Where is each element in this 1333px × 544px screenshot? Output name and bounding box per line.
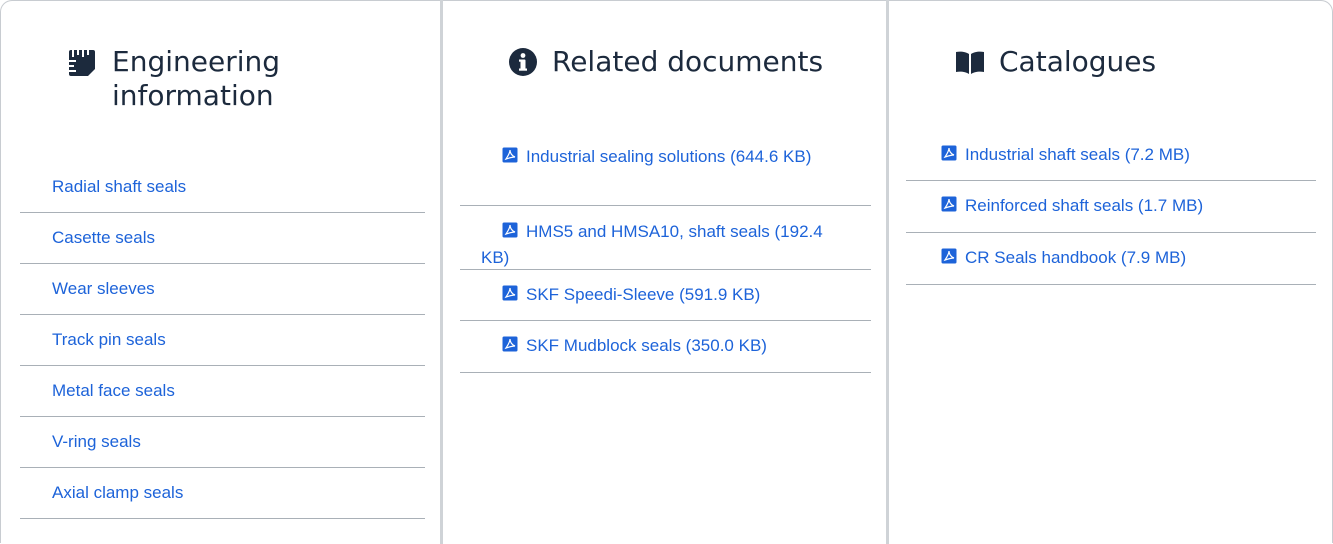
catalogues-list: Industrial shaft seals (7.2 MB) Reinforc… bbox=[906, 130, 1316, 285]
open-book-icon bbox=[955, 47, 985, 77]
pdf-file-icon bbox=[502, 336, 518, 352]
list-item[interactable]: Wear sleeves bbox=[20, 264, 425, 315]
list-item[interactable]: Radial shaft seals bbox=[20, 162, 425, 213]
pdf-file-icon bbox=[502, 222, 518, 238]
list-item[interactable]: Casette seals bbox=[20, 213, 425, 264]
list-item[interactable]: Axial clamp seals bbox=[20, 468, 425, 519]
related-documents-list: Industrial sealing solutions (644.6 KB) … bbox=[460, 143, 871, 373]
list-item[interactable]: Metal face seals bbox=[20, 366, 425, 417]
engineering-heading: Engineering information bbox=[68, 45, 280, 113]
info-circle-icon bbox=[508, 47, 538, 77]
catalogues-column: Catalogues Industrial shaft seals (7.2 M… bbox=[889, 0, 1333, 544]
ruler-book-icon bbox=[68, 47, 98, 77]
list-item[interactable]: Reinforced shaft seals (1.7 MB) bbox=[906, 181, 1316, 233]
list-item[interactable]: Industrial sealing solutions (644.6 KB) bbox=[460, 143, 871, 206]
list-item[interactable]: SKF Mudblock seals (350.0 KB) bbox=[460, 321, 871, 373]
engineering-link-list: Radial shaft seals Casette seals Wear sl… bbox=[20, 162, 425, 519]
catalogues-heading: Catalogues bbox=[955, 45, 1156, 79]
pdf-file-icon bbox=[941, 196, 957, 212]
pdf-file-icon bbox=[502, 147, 518, 163]
engineering-title: Engineering information bbox=[112, 45, 280, 112]
related-documents-title: Related documents bbox=[552, 45, 824, 78]
list-item[interactable]: Track pin seals bbox=[20, 315, 425, 366]
list-item[interactable]: SKF Speedi-Sleeve (591.9 KB) bbox=[460, 270, 871, 321]
related-documents-column: Related documents Industrial sealing sol… bbox=[443, 0, 889, 544]
engineering-column: Engineering information Radial shaft sea… bbox=[0, 0, 443, 544]
pdf-file-icon bbox=[941, 145, 957, 161]
catalogues-title: Catalogues bbox=[999, 45, 1157, 78]
list-item[interactable]: HMS5 and HMSA10, shaft seals (192.4 KB) bbox=[460, 206, 871, 270]
list-item[interactable]: V-ring seals bbox=[20, 417, 425, 468]
list-item[interactable]: CR Seals handbook (7.9 MB) bbox=[906, 233, 1316, 285]
pdf-file-icon bbox=[502, 285, 518, 301]
related-documents-heading: Related documents bbox=[508, 45, 823, 79]
list-item[interactable]: Industrial shaft seals (7.2 MB) bbox=[906, 130, 1316, 181]
pdf-file-icon bbox=[941, 248, 957, 264]
